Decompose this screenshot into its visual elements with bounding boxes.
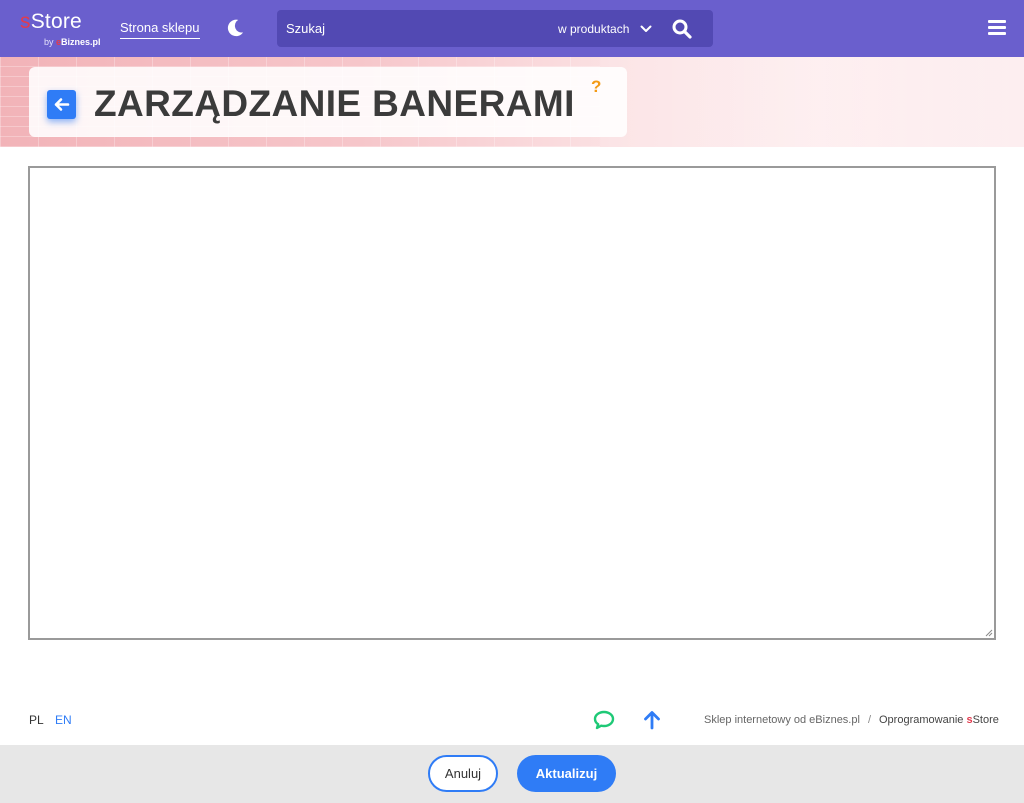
arrow-up-icon[interactable] <box>641 709 663 731</box>
language-en[interactable]: EN <box>55 713 72 728</box>
logo-s-letter: s <box>20 10 31 33</box>
search-icon[interactable] <box>671 18 693 40</box>
cancel-button[interactable]: Anuluj <box>428 755 498 792</box>
banner-content-editor[interactable] <box>28 166 996 640</box>
banner-background-fade <box>600 57 1024 147</box>
ebiznes-shop-link[interactable]: Sklep internetowy od eBiznes.pl <box>704 714 860 726</box>
sstore-software-link[interactable]: Oprogramowanie sStore <box>879 714 999 726</box>
hamburger-line <box>988 32 1006 35</box>
bottom-action-bar: Anuluj Aktualizuj <box>0 745 1024 803</box>
hamburger-line <box>988 20 1006 23</box>
title-card: ZARZĄDZANIE BANERAMI ? <box>29 67 627 137</box>
update-button[interactable]: Aktualizuj <box>517 755 616 792</box>
logo-brand-text: Biznes.pl <box>61 37 101 47</box>
logo-byline: by eBiznes.pl <box>44 36 101 48</box>
back-button[interactable] <box>47 90 76 119</box>
top-navigation-bar: sStore by eBiznes.pl Strona sklepu Szuka… <box>0 0 1024 57</box>
chat-bubble-icon[interactable] <box>592 709 616 731</box>
footer-separator: / <box>867 714 871 726</box>
moon-icon[interactable] <box>224 17 246 39</box>
resize-handle-icon[interactable] <box>984 628 993 637</box>
arrow-left-icon <box>54 98 70 111</box>
shop-page-link[interactable]: Strona sklepu <box>120 20 200 39</box>
software-link-store: Store <box>972 714 999 726</box>
search-input[interactable]: Szukaj <box>286 20 325 37</box>
logo-store-text: Store <box>30 10 82 33</box>
software-link-prefix: Oprogramowanie <box>879 714 967 726</box>
sstore-logo[interactable]: sStore by eBiznes.pl <box>20 9 110 49</box>
page-header-banner: ZARZĄDZANIE BANERAMI ? <box>0 57 1024 147</box>
search-bar: Szukaj w produktach <box>277 10 713 47</box>
footer-links: Sklep internetowy od eBiznes.pl / Oprogram… <box>704 713 999 727</box>
logo-by-text: by <box>44 37 57 47</box>
help-icon[interactable]: ? <box>591 77 601 97</box>
search-scope-select[interactable]: w produktach <box>558 22 629 37</box>
hamburger-line <box>988 26 1006 29</box>
chevron-down-icon[interactable] <box>639 22 653 36</box>
hamburger-menu-icon[interactable] <box>988 20 1006 36</box>
language-pl[interactable]: PL <box>29 713 44 728</box>
page-title: ZARZĄDZANIE BANERAMI <box>94 83 575 124</box>
logo-wordmark: sStore <box>20 9 82 35</box>
